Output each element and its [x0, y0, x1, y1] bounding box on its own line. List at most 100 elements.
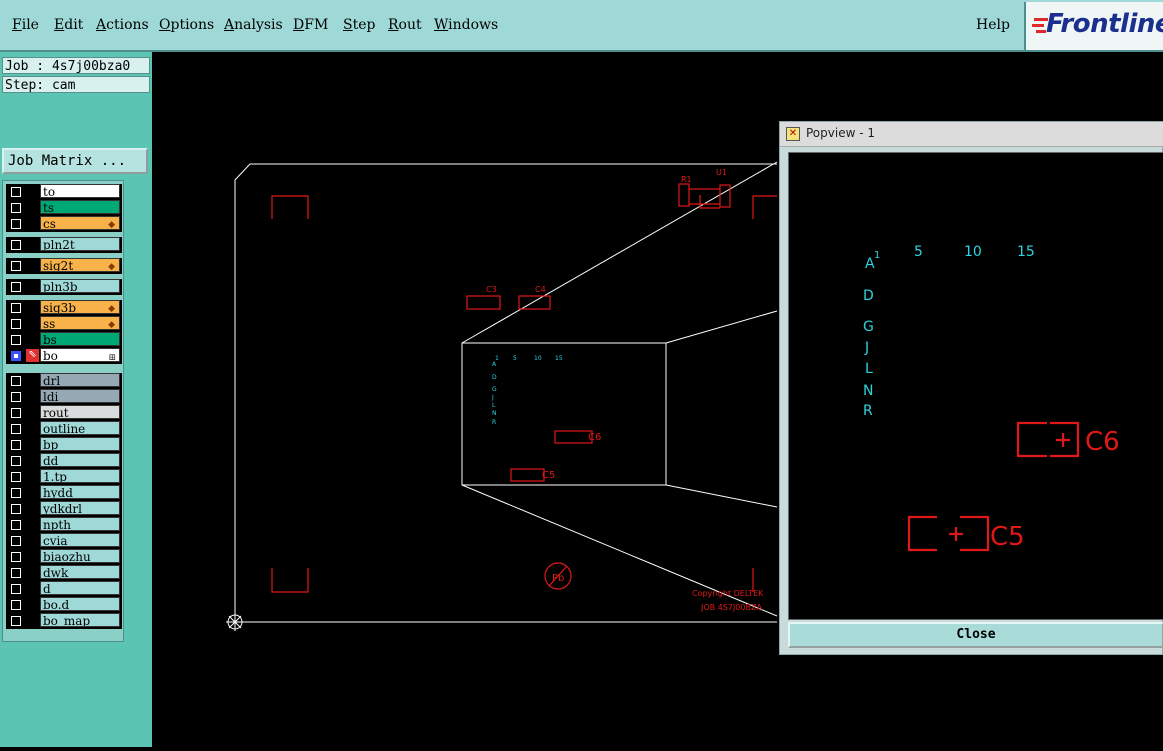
mini-letter-r: R	[492, 419, 496, 426]
layer-row-ts[interactable]: ts	[6, 200, 122, 216]
layer-row-1-tp[interactable]: 1.tp	[6, 469, 122, 485]
layer-row-bo[interactable]: ⇖ bo ⊞	[6, 348, 122, 364]
layer-checkbox[interactable]	[11, 504, 21, 514]
layer-row-pln3b[interactable]: pln3b	[6, 279, 122, 295]
layer-row-dd[interactable]: dd	[6, 453, 122, 469]
popview-canvas[interactable]: 1 5 10 15 A D G J L N R C6 C5	[788, 152, 1163, 620]
layer-name[interactable]: ss ◆	[40, 316, 120, 330]
layer-name[interactable]: rout	[40, 405, 120, 419]
menu-edit[interactable]: Edit	[54, 17, 83, 33]
layer-name[interactable]: bs	[40, 332, 120, 346]
layer-checkbox[interactable]	[11, 600, 21, 610]
layer-name[interactable]: cs ◆	[40, 216, 120, 230]
layer-checkbox[interactable]	[11, 203, 21, 213]
layer-row-sig3b[interactable]: sig3b ◆	[6, 300, 122, 316]
layer-affected-checkbox[interactable]	[11, 351, 21, 361]
menu-help[interactable]: Help	[976, 17, 1010, 33]
layer-name[interactable]: sig3b ◆	[40, 300, 120, 314]
flame-icon: ◆	[108, 262, 115, 272]
job-matrix-button[interactable]: Job Matrix ...	[2, 148, 148, 174]
layer-checkbox[interactable]	[11, 472, 21, 482]
layer-row-rout[interactable]: rout	[6, 405, 122, 421]
layer-name[interactable]: to	[40, 184, 120, 198]
layer-row-biaozhu[interactable]: biaozhu	[6, 549, 122, 565]
layer-checkbox[interactable]	[11, 392, 21, 402]
layer-name[interactable]: bp	[40, 437, 120, 451]
layer-row-ldi[interactable]: ldi	[6, 389, 122, 405]
menu-windows[interactable]: Windows	[434, 17, 498, 33]
layer-checkbox[interactable]	[11, 488, 21, 498]
layer-name[interactable]: bo.d	[40, 597, 120, 611]
layer-row-ss[interactable]: ss ◆	[6, 316, 122, 332]
layer-name[interactable]: outline	[40, 421, 120, 435]
layer-checkbox[interactable]	[11, 536, 21, 546]
layer-name[interactable]: pln2t	[40, 237, 120, 251]
layer-checkbox[interactable]	[11, 440, 21, 450]
layer-row-dwk[interactable]: dwk	[6, 565, 122, 581]
layer-row-npth[interactable]: npth	[6, 517, 122, 533]
layer-row-to[interactable]: to	[6, 184, 122, 200]
layer-checkbox[interactable]	[11, 616, 21, 626]
layer-checkbox[interactable]	[11, 456, 21, 466]
layer-checkbox[interactable]	[11, 282, 21, 292]
layer-name[interactable]: npth	[40, 517, 120, 531]
layer-row-hydd[interactable]: hydd	[6, 485, 122, 501]
layer-row-bo-map[interactable]: bo_map	[6, 613, 122, 629]
layer-name[interactable]: ydkdrl	[40, 501, 120, 515]
close-button[interactable]: Close	[788, 622, 1163, 648]
layer-checkbox[interactable]	[11, 376, 21, 386]
layer-row-bs[interactable]: bs	[6, 332, 122, 348]
layer-row-sig2t[interactable]: sig2t ◆	[6, 258, 122, 274]
layer-checkbox[interactable]	[11, 552, 21, 562]
menu-options[interactable]: Options	[159, 17, 214, 33]
layer-name[interactable]: dd	[40, 453, 120, 467]
layer-row-bp[interactable]: bp	[6, 437, 122, 453]
layer-checkbox[interactable]	[11, 424, 21, 434]
layer-row-drl[interactable]: drl	[6, 373, 122, 389]
layer-name[interactable]: ts	[40, 200, 120, 214]
layer-checkbox[interactable]	[11, 240, 21, 250]
menu-dfm[interactable]: DFM	[293, 17, 328, 33]
layer-checkbox[interactable]	[11, 335, 21, 345]
layer-name[interactable]: 1.tp	[40, 469, 120, 483]
layer-name[interactable]: sig2t ◆	[40, 258, 120, 272]
layer-row-bo-d[interactable]: bo.d	[6, 597, 122, 613]
layer-checkbox[interactable]	[11, 568, 21, 578]
flame-icon: ◆	[108, 320, 115, 330]
layer-name[interactable]: cvia	[40, 533, 120, 547]
layer-name-text: bs	[43, 333, 57, 346]
layer-name[interactable]: biaozhu	[40, 549, 120, 563]
layer-checkbox[interactable]	[11, 408, 21, 418]
layer-name[interactable]: pln3b	[40, 279, 120, 293]
layer-checkbox[interactable]	[11, 261, 21, 271]
menu-file[interactable]: File	[12, 17, 39, 33]
layer-name[interactable]: bo_map	[40, 613, 120, 627]
layer-name[interactable]: ldi	[40, 389, 120, 403]
popview-titlebar[interactable]: ✕ Popview - 1	[780, 122, 1163, 147]
layer-list: to ts cs ◆ pln2t sig2t ◆ pln3b sig3b ◆ ss ◆ bs ⇖ bo ⊞ dr…	[2, 180, 124, 642]
layer-row-cs[interactable]: cs ◆	[6, 216, 122, 232]
layer-row-cvia[interactable]: cvia	[6, 533, 122, 549]
layer-checkbox[interactable]	[11, 520, 21, 530]
layer-name[interactable]: d	[40, 581, 120, 595]
layer-name[interactable]: dwk	[40, 565, 120, 579]
layer-checkbox[interactable]	[11, 219, 21, 229]
layer-name[interactable]: hydd	[40, 485, 120, 499]
layer-checkbox[interactable]	[11, 584, 21, 594]
menu-step[interactable]: Step	[343, 17, 375, 33]
layer-row-d[interactable]: d	[6, 581, 122, 597]
layer-name-text: drl	[43, 374, 61, 387]
layer-checkbox[interactable]	[11, 187, 21, 197]
layer-row-pln2t[interactable]: pln2t	[6, 237, 122, 253]
layer-name[interactable]: drl	[40, 373, 120, 387]
layer-checkbox[interactable]	[11, 319, 21, 329]
layer-row-outline[interactable]: outline	[6, 421, 122, 437]
layer-name[interactable]: bo ⊞	[40, 348, 120, 362]
menu-analysis[interactable]: Analysis	[224, 17, 283, 33]
menu-actions[interactable]: Actions	[96, 17, 149, 33]
menu-rout[interactable]: Rout	[388, 17, 422, 33]
mini-letter-n: N	[492, 410, 497, 417]
popview-label-c6: C6	[1085, 427, 1120, 457]
layer-row-ydkdrl[interactable]: ydkdrl	[6, 501, 122, 517]
layer-checkbox[interactable]	[11, 303, 21, 313]
